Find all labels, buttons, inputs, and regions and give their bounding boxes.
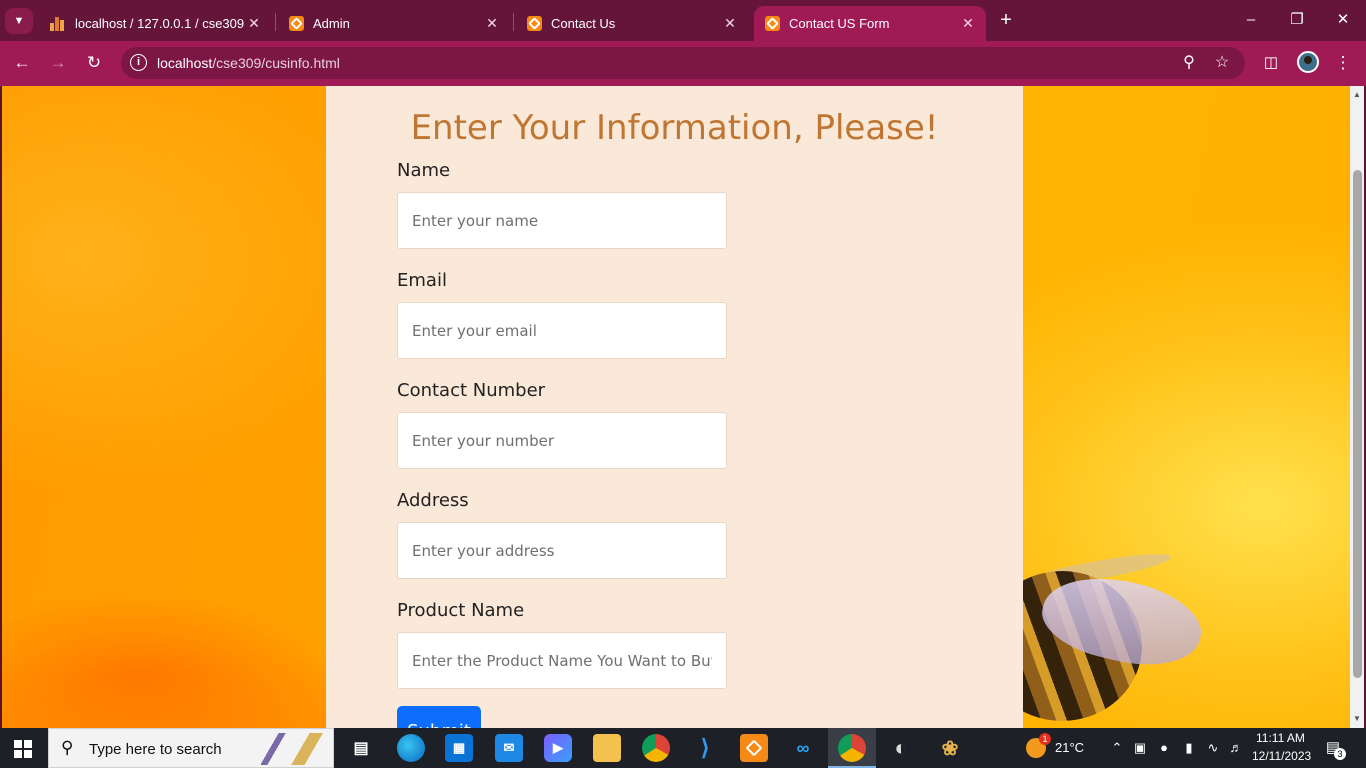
submit-button[interactable]: Submit bbox=[397, 706, 481, 728]
phpmyadmin-icon bbox=[50, 16, 66, 32]
clock-time[interactable]: 11:11 AM bbox=[1256, 731, 1305, 745]
chevron-down-icon: ▼ bbox=[13, 15, 25, 27]
background-bee-image bbox=[982, 541, 1212, 726]
tab-divider bbox=[275, 13, 276, 31]
close-icon[interactable]: ✕ bbox=[484, 15, 500, 32]
new-tab-button[interactable]: + bbox=[994, 9, 1018, 33]
weather-badge: 1 bbox=[1039, 733, 1051, 745]
edge-icon[interactable] bbox=[397, 734, 425, 762]
address-label: Address bbox=[397, 490, 469, 511]
notification-count-badge: 3 bbox=[1334, 748, 1346, 760]
page-title: Enter Your Information, Please! bbox=[410, 108, 939, 148]
page-viewport: Enter Your Information, Please! Name Ema… bbox=[2, 86, 1350, 728]
xampp-icon bbox=[526, 16, 542, 32]
tab-contact-us[interactable]: Contact Us ✕ bbox=[516, 6, 748, 41]
email-label: Email bbox=[397, 270, 447, 291]
background-petal bbox=[2, 556, 342, 728]
close-icon[interactable]: ✕ bbox=[960, 15, 976, 32]
tab-admin[interactable]: Admin ✕ bbox=[278, 6, 510, 41]
bookmark-star-icon[interactable]: ☆ bbox=[1210, 51, 1234, 75]
weather-temperature[interactable]: 21°C bbox=[1055, 740, 1084, 755]
vscode-icon[interactable]: ⟩ bbox=[691, 734, 719, 762]
obs-icon[interactable]: ◐ bbox=[887, 734, 915, 762]
clipchamp-icon[interactable]: ▶ bbox=[544, 734, 572, 762]
remote-app-icon[interactable]: ∞ bbox=[789, 734, 817, 762]
tab-phpmyadmin[interactable]: localhost / 127.0.0.1 / cse309 / c ✕ bbox=[40, 6, 272, 41]
name-label: Name bbox=[397, 160, 451, 181]
product-name-input[interactable] bbox=[397, 632, 727, 689]
contact-form-panel: Enter Your Information, Please! Name Ema… bbox=[326, 86, 1023, 728]
microphone-icon[interactable]: ● bbox=[1155, 739, 1173, 757]
email-input[interactable] bbox=[397, 302, 727, 359]
chrome-profile-icon[interactable] bbox=[838, 734, 866, 762]
windows-taskbar: ⚲ Type here to search ▤ ▦ ✉ ▶ ⟩ ∞ ◐ ❀ 1 … bbox=[0, 728, 1366, 768]
taskbar-search-box[interactable]: ⚲ Type here to search bbox=[48, 728, 334, 768]
clock-date[interactable]: 12/11/2023 bbox=[1252, 749, 1311, 763]
side-panel-icon[interactable]: ◫ bbox=[1258, 50, 1284, 76]
profile-avatar[interactable] bbox=[1297, 51, 1319, 73]
file-explorer-icon[interactable] bbox=[593, 734, 621, 762]
menu-kebab-icon[interactable]: ⋮ bbox=[1330, 50, 1356, 76]
tab-title: Contact Us bbox=[551, 16, 616, 31]
tab-title: Contact US Form bbox=[789, 16, 890, 31]
forward-button[interactable]: → bbox=[45, 50, 71, 76]
search-placeholder: Type here to search bbox=[89, 741, 222, 758]
mail-icon[interactable]: ✉ bbox=[495, 734, 523, 762]
close-window-button[interactable]: ✕ bbox=[1331, 9, 1355, 31]
xampp-taskbar-icon[interactable] bbox=[740, 734, 768, 762]
volume-icon[interactable]: ♬ bbox=[1227, 739, 1245, 757]
windows-start-icon[interactable] bbox=[14, 740, 32, 758]
xampp-icon bbox=[764, 16, 780, 32]
name-input[interactable] bbox=[397, 192, 727, 249]
address-input[interactable] bbox=[397, 522, 727, 579]
browser-toolbar: ← → ↻ i localhost/cse309/cusinfo.html ⚲ … bbox=[0, 41, 1366, 86]
battery-icon[interactable]: ▮ bbox=[1180, 739, 1198, 757]
search-highlight-icon bbox=[261, 733, 331, 765]
task-view-icon[interactable]: ▤ bbox=[347, 734, 375, 762]
url-path: /cse309/cusinfo.html bbox=[212, 55, 340, 71]
back-button[interactable]: ← bbox=[9, 50, 35, 76]
search-icon: ⚲ bbox=[61, 738, 74, 757]
contact-number-input[interactable] bbox=[397, 412, 727, 469]
meet-now-icon[interactable]: ▣ bbox=[1131, 739, 1149, 757]
microsoft-store-icon[interactable]: ▦ bbox=[445, 734, 473, 762]
product-name-label: Product Name bbox=[397, 600, 525, 621]
scroll-down-icon[interactable]: ▼ bbox=[1350, 712, 1364, 726]
scrollbar-thumb[interactable] bbox=[1353, 170, 1362, 678]
address-bar[interactable]: i localhost/cse309/cusinfo.html ⚲ ☆ bbox=[121, 47, 1245, 79]
paint-icon[interactable]: ❀ bbox=[936, 734, 964, 762]
reload-button[interactable]: ↻ bbox=[81, 50, 107, 76]
scroll-up-icon[interactable]: ▲ bbox=[1350, 88, 1364, 102]
browser-tab-strip: ▼ localhost / 127.0.0.1 / cse309 / c ✕ A… bbox=[0, 0, 1366, 41]
tab-divider bbox=[513, 13, 514, 31]
minimize-button[interactable]: – bbox=[1239, 9, 1263, 31]
contact-number-label: Contact Number bbox=[397, 380, 546, 401]
close-icon[interactable]: ✕ bbox=[246, 15, 262, 32]
tab-title: localhost / 127.0.0.1 / cse309 / c bbox=[75, 16, 246, 31]
site-info-icon[interactable]: i bbox=[130, 54, 147, 71]
tab-search-button[interactable]: ▼ bbox=[5, 8, 33, 34]
zoom-icon[interactable]: ⚲ bbox=[1177, 51, 1201, 75]
page-scrollbar[interactable]: ▲ ▼ bbox=[1350, 86, 1364, 728]
wifi-icon[interactable]: ∿ bbox=[1204, 739, 1222, 757]
tab-title: Admin bbox=[313, 16, 350, 31]
restore-button[interactable]: ❐ bbox=[1285, 9, 1309, 31]
tab-contact-us-form[interactable]: Contact US Form ✕ bbox=[754, 6, 986, 41]
close-icon[interactable]: ✕ bbox=[722, 15, 738, 32]
url-host: localhost bbox=[157, 55, 213, 71]
show-hidden-icons-icon[interactable]: ⌃ bbox=[1108, 739, 1126, 757]
xampp-icon bbox=[288, 16, 304, 32]
chrome-icon[interactable] bbox=[642, 734, 670, 762]
address-url[interactable]: localhost/cse309/cusinfo.html bbox=[157, 55, 340, 71]
